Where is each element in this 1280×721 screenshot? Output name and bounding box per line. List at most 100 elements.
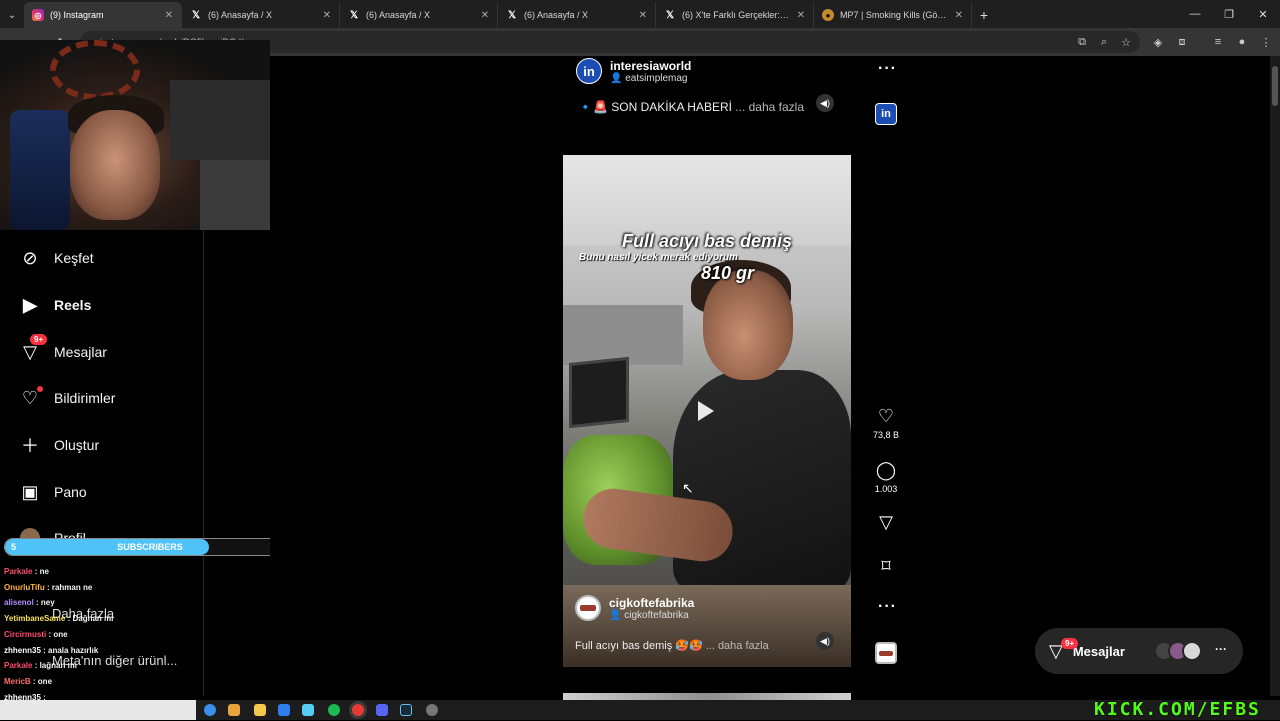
background-shelf <box>170 80 270 160</box>
discord-icon[interactable] <box>376 704 388 716</box>
restore-icon[interactable]: ❐ <box>1212 0 1246 28</box>
x-icon: 𝕏 <box>507 9 517 21</box>
subscriber-goal-bar: 5 SUBSCRIBERS 7 <box>4 538 294 556</box>
reel-video[interactable]: Full acıyı bas demiş Bunu nasıl yicek me… <box>563 155 851 667</box>
video-overlay-weight: 810 gr <box>701 263 755 283</box>
reel-username[interactable]: cigkoftefabrika <box>609 596 694 610</box>
messenger-icon: ▽ 9+ <box>20 334 48 362</box>
close-icon[interactable]: ✕ <box>323 10 331 21</box>
chat-text: one <box>53 629 68 639</box>
reel-sublabel[interactable]: 👤 cigkoftefabrika <box>609 610 694 621</box>
mouse-cursor-icon: ↖ <box>682 480 694 496</box>
minimize-icon[interactable]: — <box>1178 0 1212 28</box>
star-icon[interactable]: ☆ <box>1118 34 1134 50</box>
messages-pill[interactable]: ▽ 9+ Mesajlar ··· <box>1035 628 1243 674</box>
profile-icon[interactable]: ● <box>1234 34 1250 50</box>
post-sublabel[interactable]: 👤 eatsimplemag <box>610 73 691 84</box>
close-icon[interactable]: ✕ <box>955 10 963 21</box>
spotify-icon[interactable] <box>328 704 340 716</box>
avatar <box>1182 641 1202 661</box>
video-overlay-title: Full acıyı bas demiş <box>621 231 793 251</box>
comment-count: 1.003 <box>874 484 898 494</box>
tab-x-3[interactable]: 𝕏 (6) Anasayfa / X ✕ <box>498 2 656 28</box>
tab-x-4[interactable]: 𝕏 (6) X'te Farklı Gerçekler: "Asyalı ✕ <box>656 2 814 28</box>
close-icon[interactable]: ✕ <box>165 10 173 21</box>
new-tab-button[interactable]: + <box>972 2 996 28</box>
read-more-link[interactable]: ... daha fazla <box>706 640 769 652</box>
sidebar-item-dashboard[interactable]: ▣ Pano <box>20 482 86 502</box>
like-action[interactable]: ♡ 73,8 B <box>866 404 906 441</box>
reel-caption[interactable]: Full acıyı bas demiş 🥵🥵 ... daha fazla <box>575 639 769 652</box>
heart-icon[interactable]: ♡ <box>878 404 894 428</box>
sidebar-item-messages[interactable]: ▽ 9+ Mesajlar <box>20 334 107 362</box>
mail-icon[interactable] <box>278 704 290 716</box>
extension-icon[interactable]: ◈ <box>1150 34 1166 50</box>
message-avatars <box>1154 641 1202 661</box>
app-icon[interactable] <box>302 704 314 716</box>
menu-icon[interactable]: ⋮ <box>1258 34 1274 50</box>
volume-icon[interactable]: ◀) <box>816 632 834 650</box>
post-header: in interesiaworld 👤 eatsimplemag <box>576 58 691 84</box>
chat-separator: : <box>30 676 38 686</box>
more-options-icon[interactable]: ··· <box>878 598 897 616</box>
notification-badge: 9+ <box>30 334 48 345</box>
post-username[interactable]: interesiaworld <box>610 59 691 73</box>
tab-instagram[interactable]: ◎ (9) Instagram ✕ <box>24 2 182 28</box>
video-person-head <box>703 270 793 380</box>
cigkofte-side-avatar[interactable] <box>875 642 897 664</box>
sidebar-item-reels[interactable]: ▶ Reels <box>20 295 91 315</box>
post-caption[interactable]: 🔹🚨 SON DAKİKA HABERİ ... daha fazla <box>578 100 804 114</box>
edge-icon[interactable] <box>204 704 216 716</box>
share-icon[interactable]: ▽ <box>879 510 893 534</box>
windows-taskbar <box>0 700 1280 720</box>
chat-message: zhhenn35 : anala hazırlık <box>4 643 264 659</box>
sidebar-item-notifications[interactable]: ♡ Bildirimler <box>20 386 115 408</box>
close-icon[interactable]: ✕ <box>639 10 647 21</box>
interesia-side-avatar[interactable]: in <box>875 103 897 125</box>
notification-dot <box>37 386 43 392</box>
wall-decor <box>50 40 140 100</box>
folder-icon[interactable] <box>254 704 266 716</box>
chrome-icon[interactable] <box>352 704 364 716</box>
volume-icon[interactable]: ◀) <box>816 94 834 112</box>
sidebar-item-explore[interactable]: ⊘ Keşfet <box>20 247 94 268</box>
close-icon[interactable]: ✕ <box>797 10 805 21</box>
comment-action[interactable]: ◯ 1.003 <box>866 458 906 495</box>
app-icon[interactable] <box>426 704 438 716</box>
page-scrollbar[interactable] <box>1270 56 1280 696</box>
tab-search-icon[interactable]: ⌄ <box>0 2 24 28</box>
steam-icon[interactable] <box>400 704 412 716</box>
chat-username: Circirmusti <box>4 629 47 639</box>
tab-kick[interactable]: ● MP7 | Smoking Kills (Görevde K ✕ <box>814 2 972 28</box>
webcam-overlay <box>0 40 270 230</box>
chat-text: Dağnan mı <box>72 614 114 624</box>
app-icon[interactable] <box>228 704 240 716</box>
tab-title: (6) Anasayfa / X <box>208 10 273 20</box>
interesia-avatar[interactable]: in <box>576 58 602 84</box>
sidebar-item-create[interactable]: ＋ Oluştur <box>20 435 99 456</box>
more-options-icon[interactable]: ··· <box>878 60 897 78</box>
play-icon[interactable] <box>698 401 714 421</box>
zoom-icon[interactable]: ⌕ <box>1096 34 1112 50</box>
chat-message: alisenol : ney <box>4 595 264 611</box>
bookmark-icon[interactable]: ⌑ <box>881 554 890 578</box>
sidebar-item-label: Keşfet <box>54 250 94 266</box>
tab-x-2[interactable]: 𝕏 (6) Anasayfa / X ✕ <box>340 2 498 28</box>
read-more-link[interactable]: ... daha fazla <box>735 100 804 114</box>
comment-icon[interactable]: ◯ <box>876 458 896 482</box>
save-action[interactable]: ⌑ <box>866 554 906 578</box>
close-window-icon[interactable]: ✕ <box>1246 0 1280 28</box>
puzzle-icon[interactable]: ⧈ <box>1174 34 1190 50</box>
like-count: 73,8 B <box>872 430 900 440</box>
compass-icon: ⊘ <box>22 247 38 268</box>
taskbar-search[interactable] <box>0 700 196 720</box>
install-icon[interactable]: ⧉ <box>1074 34 1090 50</box>
media-icon[interactable]: ≡ <box>1210 34 1226 50</box>
cigkofte-avatar[interactable] <box>575 595 601 621</box>
scroll-thumb[interactable] <box>1272 66 1278 106</box>
close-icon[interactable]: ✕ <box>481 10 489 21</box>
tab-x-1[interactable]: 𝕏 (6) Anasayfa / X ✕ <box>182 2 340 28</box>
chat-username: Parkale <box>4 567 33 576</box>
news-icon: 🔹 <box>578 100 593 114</box>
share-action[interactable]: ▽ <box>866 510 906 534</box>
